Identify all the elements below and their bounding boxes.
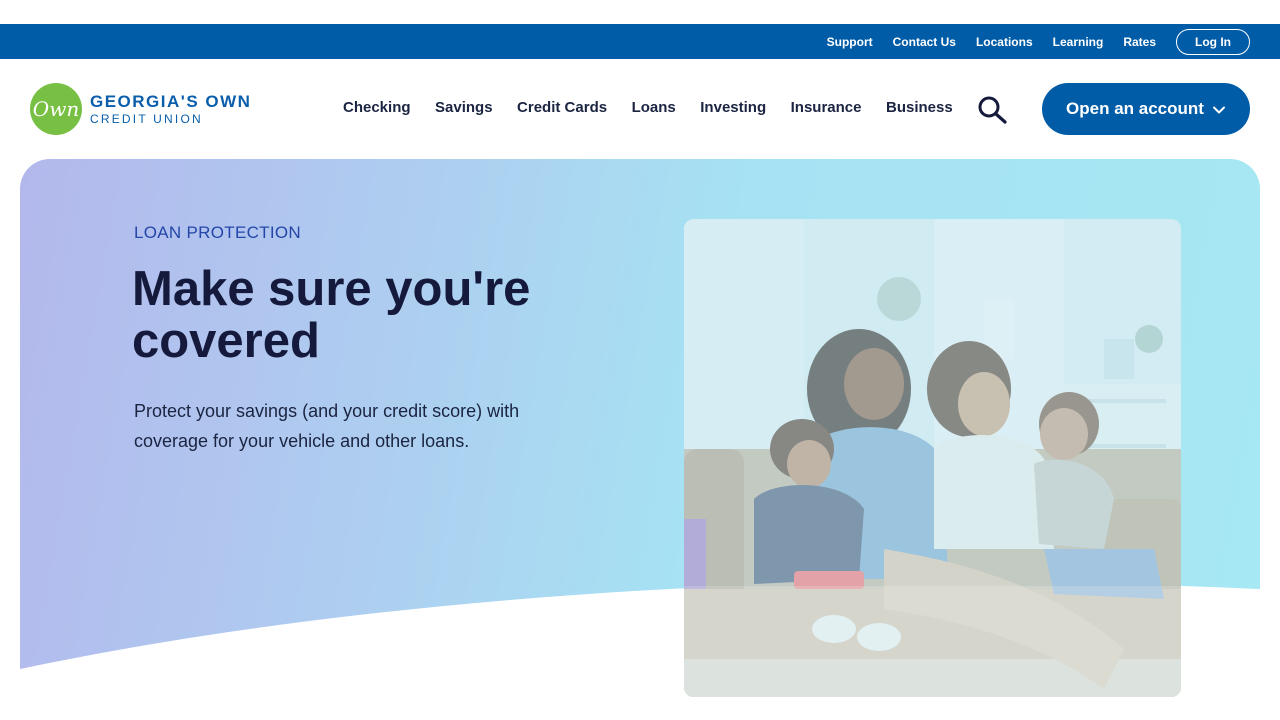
search-icon[interactable] [976, 95, 1008, 125]
open-account-button[interactable]: Open an account [1042, 83, 1250, 135]
nav-item-checking[interactable]: Checking [343, 99, 411, 116]
utility-link-rates[interactable]: Rates [1123, 35, 1156, 49]
logo-text: GEORGIA'S OWN CREDIT UNION [90, 93, 251, 125]
utility-link-locations[interactable]: Locations [976, 35, 1033, 49]
logo-name: GEORGIA'S OWN [90, 92, 252, 111]
open-account-label: Open an account [1066, 99, 1204, 118]
hero-description: Protect your savings (and your credit sc… [134, 401, 520, 451]
nav-item-loans[interactable]: Loans [632, 99, 676, 116]
main-nav: Checking Savings Credit Cards Loans Inve… [343, 99, 977, 116]
logo-subtitle: CREDIT UNION [90, 112, 203, 126]
utility-bar: Support Contact Us Locations Learning Ra… [0, 24, 1280, 59]
hero-title: Make sure you're covered [132, 262, 531, 368]
family-on-couch-photo [684, 219, 1181, 697]
utility-link-contact-us[interactable]: Contact Us [893, 35, 956, 49]
logo-mark: Own [30, 83, 82, 135]
nav-item-credit-cards[interactable]: Credit Cards [517, 99, 607, 116]
hero-eyebrow: LOAN PROTECTION [134, 223, 301, 242]
utility-link-learning[interactable]: Learning [1053, 35, 1104, 49]
utility-link-support[interactable]: Support [827, 35, 873, 49]
nav-item-investing[interactable]: Investing [700, 99, 766, 116]
login-button[interactable]: Log In [1176, 28, 1250, 55]
nav-item-business[interactable]: Business [886, 99, 953, 116]
nav-item-savings[interactable]: Savings [435, 99, 493, 116]
main-header: Own GEORGIA'S OWN CREDIT UNION Checking … [0, 59, 1280, 159]
nav-item-insurance[interactable]: Insurance [791, 99, 862, 116]
chevron-down-icon [1212, 102, 1226, 116]
logo[interactable]: Own GEORGIA'S OWN CREDIT UNION [30, 83, 251, 135]
